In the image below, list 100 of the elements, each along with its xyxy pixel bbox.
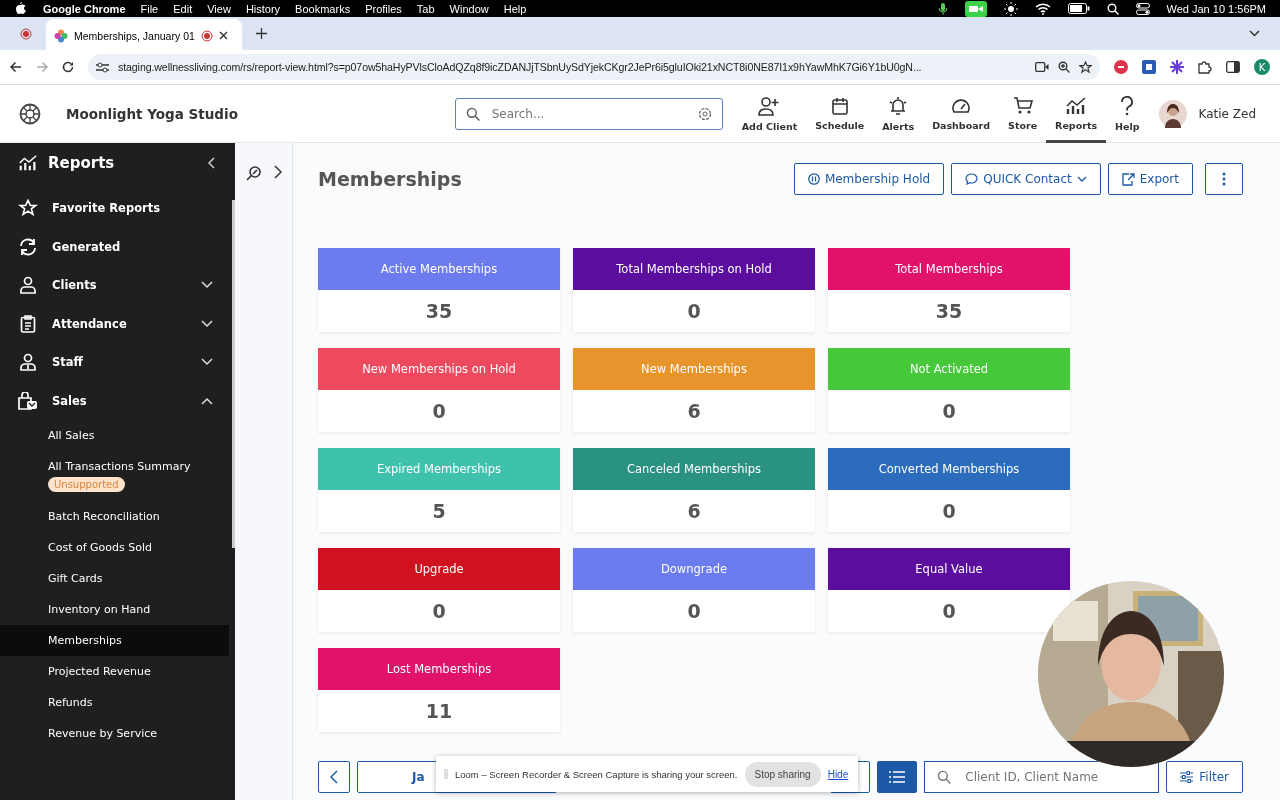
nav-item[interactable]: Store — [999, 84, 1047, 143]
sidebar-title: Reports — [48, 154, 115, 172]
sidebar-subitem[interactable]: Inventory on Hand — [0, 594, 229, 625]
sidebar-item[interactable]: Clients — [0, 266, 235, 305]
sidebar-subitem[interactable]: Cost of Goods Sold — [0, 532, 229, 563]
extension-icon[interactable] — [1142, 60, 1156, 74]
clipboard-icon — [18, 314, 38, 333]
filter-button[interactable]: Filter — [1166, 761, 1243, 793]
app-menu[interactable]: Google Chrome — [43, 2, 126, 15]
search-input[interactable]: Search... — [489, 105, 688, 122]
battery-icon[interactable] — [1067, 3, 1090, 14]
sidebar-subitem[interactable]: All Transactions Summary Unsupported — [0, 451, 229, 501]
address-field[interactable]: staging.wellnessliving.com/rs/report-view.html?s=p07ow5haHyPVlsCloAdQZq8f9icZDANJjTSbnUySdYjekCKgr2JePr6i5gluIOki21xNCT8i0NE87I1x9hYawMhK7Gi6Y1bU0gN... — [88, 54, 1100, 80]
chart-icon — [18, 154, 38, 172]
nav-item[interactable]: Alerts — [873, 84, 924, 143]
card-value: 5 — [432, 500, 446, 522]
reload-icon[interactable] — [62, 61, 74, 73]
card-label: Downgrade — [660, 562, 727, 576]
microphone-icon[interactable] — [937, 1, 948, 16]
action-button[interactable]: Membership Hold — [793, 163, 945, 195]
extension-icon[interactable] — [1170, 60, 1184, 74]
logo-icon[interactable] — [19, 102, 41, 125]
stop-sharing-button[interactable]: Stop sharing — [744, 761, 821, 787]
menu-item[interactable]: Profiles — [365, 2, 402, 15]
sidebar-subitem[interactable]: Refunds — [0, 687, 229, 718]
profile-avatar[interactable]: K — [1254, 59, 1270, 75]
settings-icon[interactable] — [697, 106, 712, 121]
close-icon[interactable] — [218, 31, 228, 40]
sidebar-icon[interactable] — [1226, 61, 1240, 73]
browser-tab[interactable]: Memberships, January 01 — [46, 19, 242, 52]
user-name[interactable]: Katie Zed — [1198, 106, 1256, 121]
sidebar-item[interactable]: Attendance — [0, 304, 235, 343]
sidebar-subitem[interactable]: Batch Reconciliation — [0, 501, 229, 532]
chevron-left-icon[interactable] — [207, 157, 215, 169]
card-value: 6 — [687, 400, 701, 422]
sidebar-item[interactable]: Favorite Reports — [0, 189, 235, 228]
nav-item[interactable]: Dashboard — [923, 84, 1000, 143]
search-icon[interactable] — [1106, 2, 1119, 15]
user-avatar[interactable] — [1158, 99, 1187, 128]
menu-item[interactable]: Edit — [173, 2, 193, 15]
camera-icon[interactable] — [964, 0, 987, 17]
sidebar-subitem[interactable]: Gift Cards — [0, 563, 229, 594]
menu-item[interactable]: History — [245, 2, 281, 15]
chevron-down-icon — [201, 358, 213, 367]
zoom-icon[interactable] — [1058, 61, 1070, 73]
site-settings-icon[interactable] — [96, 61, 109, 73]
person-icon — [18, 276, 38, 295]
question-icon — [1120, 95, 1135, 116]
share-message: Loom – Screen Recorder & Screen Capture is sharing your screen. — [455, 768, 738, 780]
card-value: 6 — [687, 500, 701, 522]
list-view-button[interactable] — [877, 761, 918, 793]
client-search-field[interactable]: Client ID, Client Name — [924, 761, 1160, 793]
sidebar-subitem[interactable]: Projected Revenue — [0, 656, 229, 687]
sun-icon[interactable] — [1003, 1, 1018, 16]
pause-icon — [807, 173, 820, 185]
sidebar-item[interactable]: Sales — [0, 381, 235, 420]
action-button[interactable]: QUICK Contact — [951, 163, 1101, 195]
search-icon[interactable] — [245, 165, 262, 181]
client-search-input[interactable]: Client ID, Client Name — [963, 769, 1147, 785]
sidebar-item[interactable]: Generated — [0, 227, 235, 266]
action-button[interactable]: Export — [1107, 163, 1193, 195]
menu-item[interactable]: View — [207, 2, 231, 15]
studio-name[interactable]: Moonlight Yoga Studio — [66, 105, 238, 122]
plus-icon[interactable] — [256, 28, 267, 39]
sidebar-subitem[interactable]: Revenue by Service — [0, 718, 229, 749]
previous-button[interactable] — [318, 761, 350, 793]
card-label: Canceled Memberships — [626, 462, 762, 476]
sidebar-subitem[interactable]: Memberships — [0, 625, 229, 656]
card-value: 0 — [432, 600, 446, 622]
card-value: 0 — [687, 600, 701, 622]
card-value: 11 — [425, 700, 453, 722]
wifi-icon[interactable] — [1034, 2, 1051, 15]
apple-icon[interactable] — [14, 1, 26, 16]
camera-icon[interactable] — [1035, 62, 1049, 72]
back-icon[interactable] — [10, 61, 22, 73]
tab-title: Memberships, January 01 — [74, 29, 195, 42]
card-value: 35 — [425, 300, 453, 322]
card-label: Total Memberships — [895, 262, 1003, 276]
sidebar-item[interactable]: Staff — [0, 343, 235, 382]
card-value: 0 — [942, 600, 956, 622]
chevron-right-icon[interactable] — [273, 165, 282, 179]
menu-item[interactable]: Tab — [416, 2, 435, 15]
clock[interactable]: Wed Jan 10 1:56PM — [1166, 2, 1266, 15]
menu-item[interactable]: Bookmarks — [295, 2, 351, 15]
nav-item[interactable]: Schedule — [806, 84, 874, 143]
search-field[interactable]: Search... — [454, 97, 723, 130]
toggle-icon[interactable] — [1135, 2, 1150, 15]
calendar-icon — [831, 96, 848, 115]
menu-item[interactable]: File — [140, 2, 159, 15]
sidebar-subitem[interactable]: All Sales — [0, 420, 229, 451]
chevron-up-icon — [201, 396, 213, 405]
puzzle-icon[interactable] — [1198, 60, 1212, 74]
nav-item[interactable]: Add Client — [732, 84, 807, 143]
more-button[interactable] — [1205, 163, 1243, 195]
menu-item[interactable]: Help — [503, 2, 527, 15]
star-icon[interactable] — [1079, 60, 1092, 74]
nav-item[interactable]: Help — [1106, 84, 1149, 143]
extension-icon[interactable] — [1114, 60, 1128, 74]
menu-item[interactable]: Window — [449, 2, 489, 15]
chevron-down-icon[interactable] — [1249, 30, 1260, 37]
